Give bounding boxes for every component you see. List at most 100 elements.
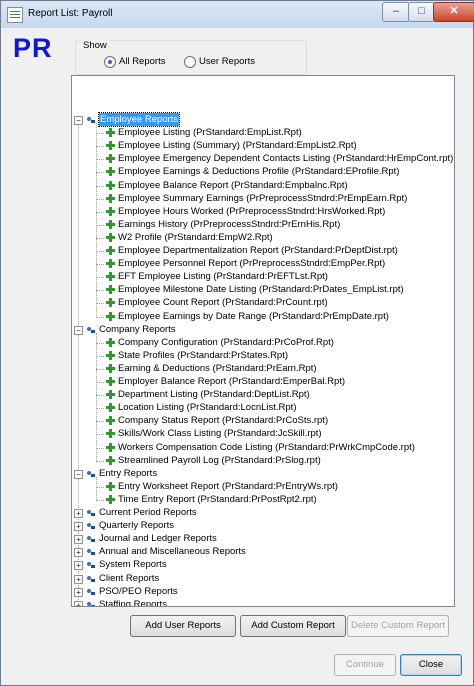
report-group-icon bbox=[87, 523, 96, 530]
expand-icon[interactable]: + bbox=[74, 561, 83, 571]
tree-connector bbox=[96, 382, 104, 383]
tree-connector bbox=[96, 476, 97, 500]
tree-category-label[interactable]: Client Reports bbox=[99, 572, 159, 585]
report-add-icon bbox=[106, 311, 115, 321]
report-add-icon bbox=[106, 219, 115, 229]
tree-report-item[interactable]: EFT Employee Listing (PrStandard:PrEFTLs… bbox=[118, 270, 328, 283]
tree-report-item[interactable]: Employee Emergency Dependent Contacts Li… bbox=[118, 152, 453, 165]
tree-connector bbox=[96, 408, 104, 410]
expand-icon[interactable]: + bbox=[74, 509, 83, 518]
report-add-icon bbox=[106, 403, 115, 413]
tree-report-item[interactable]: Employee Count Report (PrStandard:PrCoun… bbox=[118, 296, 328, 309]
tree-report-item[interactable]: Workers Compensation Code Listing (PrSta… bbox=[118, 441, 415, 454]
tree-report-item[interactable]: Time Entry Report (PrStandard:PrPostRpt2… bbox=[118, 493, 317, 506]
report-add-icon bbox=[106, 285, 115, 295]
report-group-icon bbox=[87, 562, 96, 569]
tree-connector bbox=[96, 499, 104, 501]
report-add-icon bbox=[106, 455, 115, 465]
report-group-icon bbox=[87, 510, 96, 516]
report-add-icon bbox=[106, 363, 115, 373]
tree-report-item[interactable]: Employee Departmentalization Report (PrS… bbox=[118, 244, 398, 257]
tree-report-item[interactable]: Location Listing (PrStandard:LocnList.Rp… bbox=[118, 401, 297, 414]
collapse-icon[interactable]: − bbox=[74, 325, 83, 335]
add-user-reports-button[interactable]: Add User Reports bbox=[130, 615, 236, 637]
report-add-icon bbox=[106, 298, 115, 308]
tree-report-item[interactable]: Employer Balance Report (PrStandard:Empe… bbox=[118, 375, 345, 388]
tree-category-label[interactable]: Quarterly Reports bbox=[99, 519, 174, 532]
report-add-icon bbox=[106, 206, 115, 216]
collapse-icon[interactable]: − bbox=[74, 116, 83, 125]
tree-report-item[interactable]: Employee Listing (Summary) (PrStandard:E… bbox=[118, 139, 357, 152]
report-group-icon bbox=[87, 601, 96, 606]
tree-connector bbox=[96, 211, 104, 213]
tree-report-item[interactable]: Employee Hours Worked (PrPreprocessStndr… bbox=[118, 205, 385, 218]
expand-icon[interactable]: + bbox=[74, 548, 83, 558]
tree-category-label[interactable]: Company Reports bbox=[99, 323, 176, 336]
report-add-icon bbox=[106, 481, 115, 491]
tree-connector bbox=[96, 146, 104, 148]
report-group-icon bbox=[87, 470, 96, 477]
tree-report-item[interactable]: Streamlined Payroll Log (PrStandard:PrSl… bbox=[118, 454, 321, 467]
close-button[interactable]: Close bbox=[400, 654, 462, 676]
tree-report-item[interactable]: Employee Summary Earnings (PrPreprocessS… bbox=[118, 192, 407, 205]
expand-icon[interactable]: + bbox=[74, 600, 83, 606]
tree-report-item[interactable]: Earning & Deductions (PrStandard:PrEarn.… bbox=[118, 362, 317, 375]
tree-connector bbox=[96, 237, 104, 239]
tree-report-item[interactable]: State Profiles (PrStandard:PrStates.Rpt) bbox=[118, 349, 288, 362]
report-add-icon bbox=[106, 390, 115, 400]
collapse-icon[interactable]: − bbox=[74, 469, 83, 479]
tree-report-item[interactable]: Skills/Work Class Listing (PrStandard:Jc… bbox=[118, 427, 322, 440]
expand-icon[interactable]: + bbox=[74, 522, 83, 532]
tree-category-label[interactable]: Annual and Miscellaneous Reports bbox=[99, 545, 246, 558]
tree-report-item[interactable]: Employee Balance Report (PrStandard:Empb… bbox=[118, 179, 348, 192]
report-group-icon bbox=[87, 549, 96, 556]
title-bar[interactable]: Report List: Payroll – □ ✕ bbox=[1, 1, 474, 28]
all-reports-label: All Reports bbox=[119, 56, 166, 67]
maximize-button[interactable]: □ bbox=[408, 2, 435, 22]
tree-category-label[interactable]: PSO/PEO Reports bbox=[99, 585, 178, 598]
report-add-icon bbox=[106, 337, 115, 347]
tree-connector bbox=[96, 172, 104, 174]
report-add-icon bbox=[106, 167, 115, 177]
tree-report-item[interactable]: Employee Listing (PrStandard:EmpList.Rpt… bbox=[118, 126, 302, 139]
expand-icon[interactable]: + bbox=[74, 535, 83, 545]
report-group-icon bbox=[87, 117, 96, 123]
tree-category-label[interactable]: System Reports bbox=[99, 558, 167, 571]
tree-category-label[interactable]: Employee Reports bbox=[97, 112, 181, 127]
tree-connector bbox=[96, 133, 104, 135]
report-tree[interactable]: − Employee Reports Employee Listing (PrSta… bbox=[71, 75, 455, 607]
tree-connector bbox=[96, 421, 104, 423]
tree-connector bbox=[96, 224, 104, 226]
tree-report-item[interactable]: Employee Earnings & Deductions Profile (… bbox=[118, 165, 399, 178]
tree-report-item[interactable]: Company Configuration (PrStandard:PrCoPr… bbox=[118, 336, 334, 349]
tree-connector bbox=[96, 486, 104, 488]
tree-category-label[interactable]: Staffing Reports bbox=[99, 598, 167, 606]
minimize-button[interactable]: – bbox=[382, 2, 410, 22]
continue-button[interactable]: Continue bbox=[334, 654, 396, 676]
tree-connector bbox=[96, 290, 104, 292]
report-add-icon bbox=[106, 350, 115, 360]
tree-report-item[interactable]: Earnings History (PrPreprocessStndrd:PrE… bbox=[118, 218, 340, 231]
expand-icon[interactable]: + bbox=[74, 587, 83, 597]
tree-connector bbox=[96, 303, 104, 305]
report-add-icon bbox=[106, 416, 115, 426]
tree-report-item[interactable]: Employee Earnings by Date Range (PrStand… bbox=[118, 310, 389, 323]
tree-report-item[interactable]: W2 Profile (PrStandard:EmpW2.Rpt) bbox=[118, 231, 273, 244]
tree-report-item[interactable]: Employee Personnel Report (PrPreprocessS… bbox=[118, 257, 385, 270]
tree-category-label[interactable]: Journal and Ledger Reports bbox=[99, 532, 217, 545]
close-window-button[interactable]: ✕ bbox=[433, 2, 474, 22]
expand-icon[interactable]: + bbox=[74, 574, 83, 584]
tree-report-item[interactable]: Employee Milestone Date Listing (PrStand… bbox=[118, 283, 404, 296]
report-group-icon bbox=[87, 575, 96, 582]
tree-report-item[interactable]: Entry Worksheet Report (PrStandard:PrEnt… bbox=[118, 480, 338, 493]
tree-connector bbox=[96, 277, 104, 279]
radio-unchecked-icon bbox=[184, 56, 196, 68]
delete-custom-report-button[interactable]: Delete Custom Report bbox=[347, 615, 449, 637]
tree-category-label[interactable]: Current Period Reports bbox=[99, 506, 197, 519]
report-group-icon bbox=[87, 588, 96, 595]
tree-connector bbox=[96, 434, 104, 436]
add-custom-report-button[interactable]: Add Custom Report bbox=[240, 615, 346, 637]
tree-report-item[interactable]: Department Listing (PrStandard:DeptList.… bbox=[118, 388, 310, 401]
tree-report-item[interactable]: Company Status Report (PrStandard:PrCoSt… bbox=[118, 414, 328, 427]
tree-category-label[interactable]: Entry Reports bbox=[99, 467, 157, 480]
